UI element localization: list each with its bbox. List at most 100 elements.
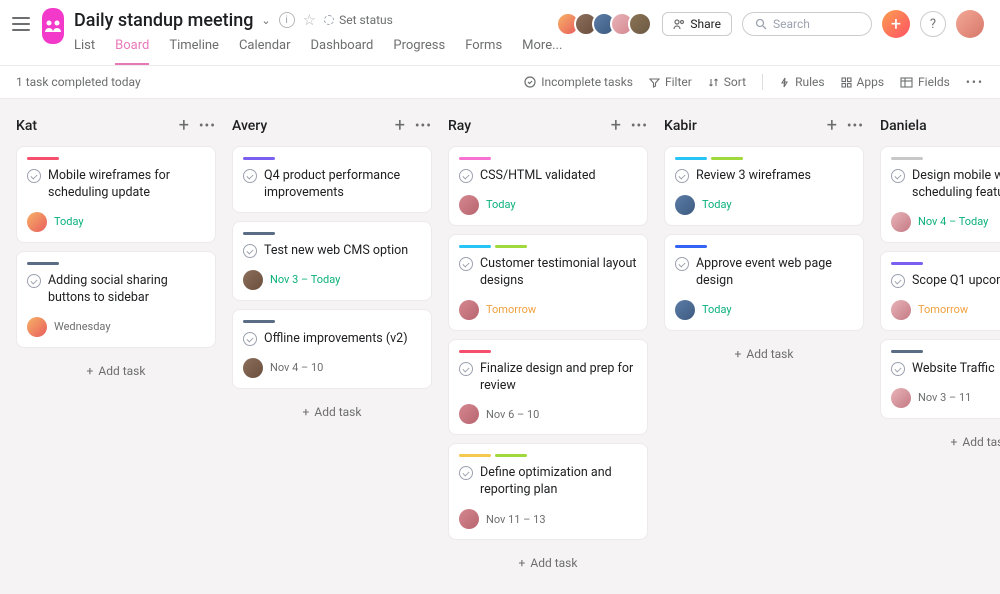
tag-stripe xyxy=(891,157,923,160)
chevron-down-icon[interactable]: ⌄ xyxy=(261,14,270,27)
assignee-avatar xyxy=(891,300,911,320)
complete-check-icon[interactable] xyxy=(243,169,257,183)
column-add-button[interactable]: + xyxy=(823,115,841,136)
task-card[interactable]: Approve event web page designToday xyxy=(664,234,864,331)
grid-icon xyxy=(841,77,852,88)
task-card[interactable]: Finalize design and prep for reviewNov 6… xyxy=(448,339,648,436)
sort-button[interactable]: Sort xyxy=(708,75,746,89)
column-title[interactable]: Ray xyxy=(448,118,601,134)
more-options[interactable]: ••• xyxy=(966,75,984,89)
due-date: Nov 11 – 13 xyxy=(486,513,546,526)
tag-stripe xyxy=(891,350,923,353)
task-card[interactable]: Define optimization and reporting planNo… xyxy=(448,443,648,540)
task-card[interactable]: Design mobile wireframes scheduling feat… xyxy=(880,146,1000,243)
set-status-button[interactable]: Set status xyxy=(324,13,393,27)
add-task-button[interactable]: +Add task xyxy=(16,356,216,386)
complete-check-icon[interactable] xyxy=(675,257,689,271)
tab-more[interactable]: More... xyxy=(522,38,562,65)
column-add-button[interactable]: + xyxy=(607,115,625,136)
task-card[interactable]: Adding social sharing buttons to sidebar… xyxy=(16,251,216,348)
complete-check-icon[interactable] xyxy=(459,466,473,480)
assignee-avatar xyxy=(459,300,479,320)
complete-check-icon[interactable] xyxy=(27,169,41,183)
column-title[interactable]: Avery xyxy=(232,118,385,134)
complete-check-icon[interactable] xyxy=(891,274,905,288)
task-card[interactable]: Offline improvements (v2)Nov 4 – 10 xyxy=(232,309,432,389)
star-icon[interactable]: ☆ xyxy=(303,11,316,29)
complete-check-icon[interactable] xyxy=(459,169,473,183)
add-task-button[interactable]: +Add task xyxy=(232,397,432,427)
complete-check-icon[interactable] xyxy=(891,169,905,183)
tab-progress[interactable]: Progress xyxy=(393,38,445,65)
task-card[interactable]: Website TrafficNov 3 – 11 xyxy=(880,339,1000,419)
share-button[interactable]: Share xyxy=(662,12,732,36)
tab-timeline[interactable]: Timeline xyxy=(169,38,219,65)
column-title[interactable]: Daniela xyxy=(880,118,1000,134)
complete-check-icon[interactable] xyxy=(459,362,473,376)
fields-icon xyxy=(900,77,913,88)
tab-list[interactable]: List xyxy=(74,38,95,65)
column-more-button[interactable]: ••• xyxy=(847,118,864,134)
help-icon[interactable]: ? xyxy=(920,11,946,37)
task-card[interactable]: Scope Q1 upcoming workTomorrow xyxy=(880,251,1000,331)
tag-stripe xyxy=(459,245,491,248)
task-title: Finalize design and prep for review xyxy=(480,361,637,395)
task-card[interactable]: CSS/HTML validatedToday xyxy=(448,146,648,226)
tag-stripe xyxy=(675,157,707,160)
add-task-button[interactable]: +Add task xyxy=(880,427,1000,457)
completed-today[interactable]: 1 task completed today xyxy=(16,75,524,89)
board: Kat + ••• Mobile wireframes for scheduling … xyxy=(0,99,1000,594)
rules-button[interactable]: Rules xyxy=(779,75,824,89)
due-date: Tomorrow xyxy=(486,303,536,316)
column-title[interactable]: Kabir xyxy=(664,118,817,134)
task-card[interactable]: Review 3 wireframesToday xyxy=(664,146,864,226)
due-date: Nov 4 – Today xyxy=(918,215,988,228)
tab-dashboard[interactable]: Dashboard xyxy=(311,38,374,65)
project-title[interactable]: Daily standup meeting xyxy=(74,10,253,31)
info-icon[interactable]: i xyxy=(279,12,295,28)
search-input[interactable]: Search xyxy=(742,12,872,36)
user-avatar[interactable] xyxy=(956,10,984,38)
column-title[interactable]: Kat xyxy=(16,118,169,134)
project-icon xyxy=(42,8,64,44)
hamburger-menu[interactable] xyxy=(12,12,30,36)
add-task-button[interactable]: +Add task xyxy=(664,339,864,369)
tab-board[interactable]: Board xyxy=(115,38,149,65)
column-add-button[interactable]: + xyxy=(175,115,193,136)
task-card[interactable]: Customer testimonial layout designsTomor… xyxy=(448,234,648,331)
task-card[interactable]: Q4 product performance improvements xyxy=(232,146,432,213)
assignee-avatar xyxy=(891,388,911,408)
due-date: Nov 3 – Today xyxy=(270,273,340,286)
task-card[interactable]: Mobile wireframes for scheduling updateT… xyxy=(16,146,216,243)
tag-stripe xyxy=(711,157,743,160)
add-task-button[interactable]: +Add task xyxy=(448,548,648,578)
apps-button[interactable]: Apps xyxy=(841,75,885,89)
create-button[interactable]: + xyxy=(882,10,910,38)
search-placeholder: Search xyxy=(773,17,810,31)
incomplete-tasks-filter[interactable]: Incomplete tasks xyxy=(524,75,633,89)
tag-stripe xyxy=(495,245,527,248)
task-title: Website Traffic xyxy=(912,361,995,378)
column-more-button[interactable]: ••• xyxy=(631,118,648,134)
due-date: Today xyxy=(54,215,84,228)
tab-forms[interactable]: Forms xyxy=(465,38,502,65)
due-date: Today xyxy=(702,198,732,211)
column-more-button[interactable]: ••• xyxy=(199,118,216,134)
complete-check-icon[interactable] xyxy=(243,332,257,346)
complete-check-icon[interactable] xyxy=(243,244,257,258)
complete-check-icon[interactable] xyxy=(675,169,689,183)
tag-stripe xyxy=(243,157,275,160)
column-more-button[interactable]: ••• xyxy=(415,118,432,134)
filter-button[interactable]: Filter xyxy=(649,75,692,89)
complete-check-icon[interactable] xyxy=(27,274,41,288)
fields-button[interactable]: Fields xyxy=(900,75,950,89)
tab-calendar[interactable]: Calendar xyxy=(239,38,291,65)
filter-icon xyxy=(649,77,660,88)
task-card[interactable]: Test new web CMS optionNov 3 – Today xyxy=(232,221,432,301)
member-avatars[interactable] xyxy=(562,12,652,36)
complete-check-icon[interactable] xyxy=(891,362,905,376)
complete-check-icon[interactable] xyxy=(459,257,473,271)
task-title: CSS/HTML validated xyxy=(480,168,596,185)
check-circle-icon xyxy=(524,76,536,88)
column-add-button[interactable]: + xyxy=(391,115,409,136)
